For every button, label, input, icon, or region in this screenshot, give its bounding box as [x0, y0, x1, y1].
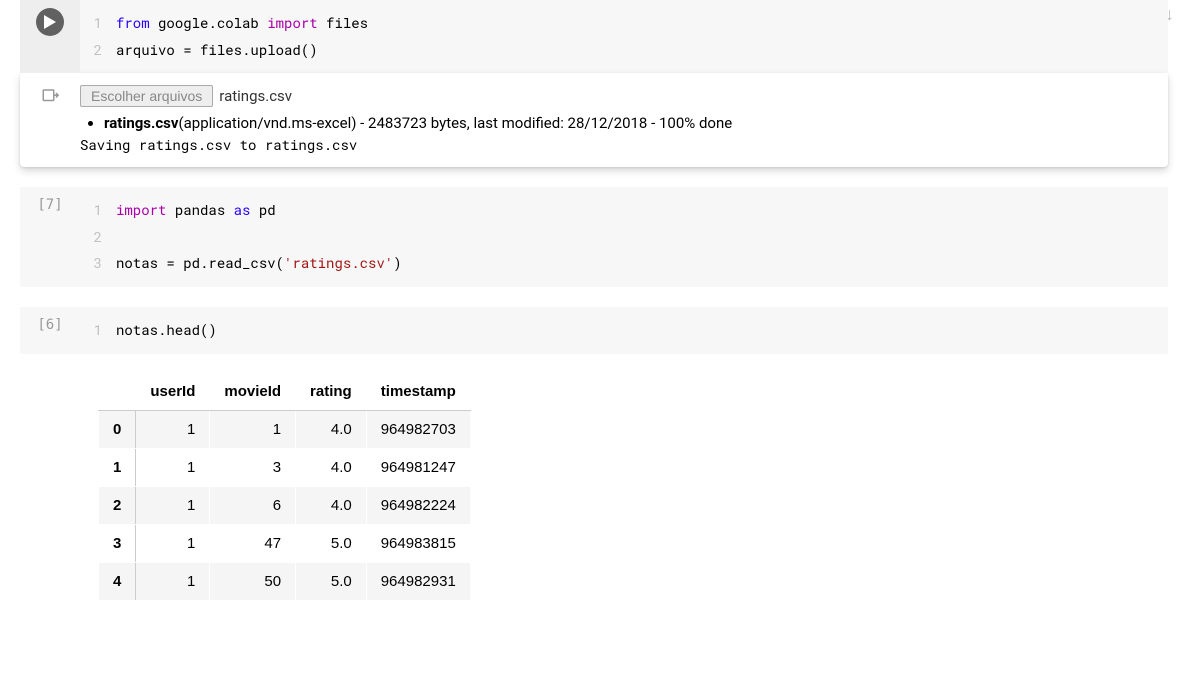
- table-row: 31475.0964983815: [99, 524, 471, 562]
- table-row: 2164.0964982224: [99, 486, 471, 524]
- file-upload-row: Escolher arquivos ratings.csv: [80, 85, 1168, 108]
- code-line: 1notas.head(): [80, 317, 1168, 344]
- dataframe-table: userIdmovieIdratingtimestamp 0114.096498…: [98, 372, 471, 601]
- table-cell: 1: [210, 410, 296, 448]
- code-line-content: from google.colab import files: [116, 10, 368, 37]
- code-line: 2arquivo = files.upload(): [80, 37, 1168, 64]
- play-icon: [44, 15, 56, 29]
- table-corner: [99, 372, 136, 410]
- table-cell: 964983815: [366, 524, 470, 562]
- choose-files-button[interactable]: Escolher arquivos: [80, 85, 213, 107]
- row-index: 1: [99, 448, 136, 486]
- line-number: 1: [80, 10, 116, 37]
- table-head: userIdmovieIdratingtimestamp: [99, 372, 471, 410]
- table-body: 0114.09649827031134.09649812472164.09649…: [99, 410, 471, 600]
- output-body: Escolher arquivos ratings.csv ratings.cs…: [80, 85, 1168, 155]
- column-header: movieId: [210, 372, 296, 410]
- code-line-content: arquivo = files.upload(): [116, 37, 318, 64]
- table-cell: 3: [210, 448, 296, 486]
- table-row: 41505.0964982931: [99, 562, 471, 600]
- table-cell: 964982931: [366, 562, 470, 600]
- table-cell: 964982703: [366, 410, 470, 448]
- row-index: 3: [99, 524, 136, 562]
- table-cell: 1: [136, 524, 210, 562]
- chosen-filename: ratings.csv: [219, 85, 292, 108]
- cell-gutter: [6]: [20, 307, 80, 354]
- table-cell: 5.0: [296, 524, 367, 562]
- run-button[interactable]: [36, 8, 64, 36]
- cell-output: Escolher arquivos ratings.csv ratings.cs…: [20, 73, 1168, 167]
- code-line-content: notas.head(): [116, 317, 217, 344]
- table-cell: 4.0: [296, 410, 367, 448]
- code-line-content: import pandas as pd: [116, 197, 276, 224]
- code-cell-2: [7] 1import pandas as pd23notas = pd.rea…: [20, 187, 1168, 287]
- uploaded-file-list: ratings.csv(application/vnd.ms-excel) - …: [80, 112, 1168, 135]
- row-index: 4: [99, 562, 136, 600]
- code-line: 3notas = pd.read_csv('ratings.csv'): [80, 250, 1168, 277]
- table-cell: 1: [136, 562, 210, 600]
- output-gutter: [20, 85, 80, 155]
- code-line: 1import pandas as pd: [80, 197, 1168, 224]
- table-cell: 6: [210, 486, 296, 524]
- row-index: 2: [99, 486, 136, 524]
- code-input-area: 1from google.colab import files2arquivo …: [20, 0, 1168, 73]
- saving-status: Saving ratings.csv to ratings.csv: [80, 134, 1168, 155]
- code-editor[interactable]: 1from google.colab import files2arquivo …: [80, 0, 1168, 73]
- code-line: 2: [80, 224, 1168, 251]
- line-number: 2: [80, 37, 116, 64]
- code-editor[interactable]: 1import pandas as pd23notas = pd.read_cs…: [80, 187, 1168, 287]
- code-line-content: notas = pd.read_csv('ratings.csv'): [116, 250, 402, 277]
- row-index: 0: [99, 410, 136, 448]
- output-icon: [41, 87, 59, 109]
- table-cell: 1: [136, 410, 210, 448]
- code-cell-3: [6] 1notas.head() userIdmovieIdratingtim…: [20, 307, 1168, 601]
- table-row: 0114.0964982703: [99, 410, 471, 448]
- cell-gutter: [20, 0, 80, 73]
- column-header: rating: [296, 372, 367, 410]
- code-input-area: [6] 1notas.head(): [20, 307, 1168, 354]
- uploaded-file-meta: (application/vnd.ms-excel) - 2483723 byt…: [178, 114, 732, 132]
- table-cell: 47: [210, 524, 296, 562]
- column-header: userId: [136, 372, 210, 410]
- table-cell: 5.0: [296, 562, 367, 600]
- code-cell-1: 1from google.colab import files2arquivo …: [20, 0, 1168, 167]
- table-cell: 50: [210, 562, 296, 600]
- line-number: 3: [80, 250, 116, 277]
- line-number: 1: [80, 317, 116, 344]
- code-editor[interactable]: 1notas.head(): [80, 307, 1168, 354]
- cell-gutter: [7]: [20, 187, 80, 287]
- line-number: 2: [80, 224, 116, 251]
- table-cell: 4.0: [296, 448, 367, 486]
- column-header: timestamp: [366, 372, 470, 410]
- execution-count: [7]: [37, 195, 62, 213]
- table-cell: 964981247: [366, 448, 470, 486]
- code-input-area: [7] 1import pandas as pd23notas = pd.rea…: [20, 187, 1168, 287]
- list-item: ratings.csv(application/vnd.ms-excel) - …: [104, 112, 1168, 135]
- code-line: 1from google.colab import files: [80, 10, 1168, 37]
- table-cell: 1: [136, 448, 210, 486]
- table-cell: 964982224: [366, 486, 470, 524]
- table-cell: 1: [136, 486, 210, 524]
- execution-count: [6]: [37, 315, 62, 333]
- line-number: 1: [80, 197, 116, 224]
- table-cell: 4.0: [296, 486, 367, 524]
- table-row: 1134.0964981247: [99, 448, 471, 486]
- dataframe-output: userIdmovieIdratingtimestamp 0114.096498…: [20, 372, 1168, 601]
- uploaded-file-name: ratings.csv: [104, 114, 178, 132]
